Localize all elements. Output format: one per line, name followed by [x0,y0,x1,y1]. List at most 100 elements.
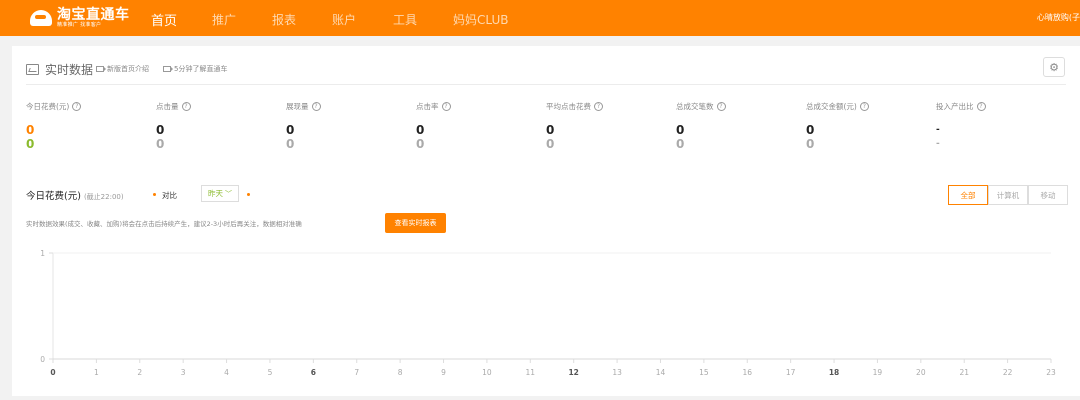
metric-today-value: 0 [156,123,165,137]
metric-label: 展现量? [286,101,416,112]
metric-today-value: 0 [26,123,35,137]
segment-computer[interactable]: 计算机 [988,185,1028,205]
x-tick-label: 23 [1046,368,1056,377]
y-tick-label: 1 [40,249,45,258]
x-tick-label: 1 [94,368,99,377]
x-tick-label: 19 [873,368,883,377]
help-icon[interactable]: ? [311,102,321,111]
dashboard-panel: 实时数据 新版首页介绍 5分钟了解直通车 ⚙ 今日花费(元)? 0 0 点击量? 0 0 展… [12,46,1080,396]
x-tick-label: 14 [656,368,666,377]
metric-yesterday-value: 0 [676,137,685,151]
nav-account[interactable]: 账户 [332,11,356,28]
help-icon[interactable]: ? [594,102,603,111]
x-tick-label: 6 [311,368,316,377]
metric-card: 总成交笔数? 0 0 [676,101,806,151]
help-icon[interactable]: ? [976,102,986,111]
metric-card: 点击率? 0 0 [416,101,546,151]
x-tick-label: 7 [354,368,359,377]
metric-yesterday-value: 0 [286,137,295,151]
segment-mobile[interactable]: 移动 [1028,185,1068,205]
metric-label: 平均点击花费? [546,101,676,112]
help-icon[interactable]: ? [72,102,82,111]
help-icon[interactable]: ? [181,102,191,111]
metric-today-value: 0 [546,123,555,137]
nav-home[interactable]: 首页 [151,10,177,29]
settings-button[interactable]: ⚙ [1043,57,1065,77]
metric-label: 点击量? [156,101,286,112]
intro-video-link[interactable]: 5分钟了解直通车 [163,64,227,74]
x-tick-label: 4 [224,368,229,377]
realtime-title: 实时数据 [26,61,93,78]
metric-yesterday-value: 0 [416,137,425,151]
segment-all[interactable]: 全部 [948,185,988,205]
help-icon[interactable]: ? [441,102,451,111]
metric-label: 总成交金额(元)? [806,101,936,112]
metric-card: 投入产出比? - - [936,101,1066,151]
x-tick-label: 5 [268,368,273,377]
metric-today-value: 0 [806,123,815,137]
view-realtime-report-button[interactable]: 查看实时报表 [385,213,446,233]
chart-title: 今日花费(元) (截止22:00) [26,191,124,202]
x-tick-label: 2 [137,368,142,377]
metric-label: 总成交笔数? [676,101,806,112]
x-tick-label: 12 [568,368,578,377]
metric-yesterday-value: 0 [26,137,35,151]
dot-separator [153,193,156,196]
video-icon [163,66,173,72]
x-tick-label: 17 [786,368,796,377]
help-icon[interactable]: ? [716,102,726,111]
logo-title: 淘宝直通车 [57,7,130,23]
metric-today-value: 0 [416,123,425,137]
x-tick-label: 21 [959,368,969,377]
realtime-hint: 实时数据效果(成交、收藏、加购)将会在点击后持续产生，建议2-3小时后再关注，数… [26,220,302,228]
x-tick-label: 3 [181,368,186,377]
x-tick-label: 18 [829,368,839,377]
x-tick-label: 11 [526,368,536,377]
x-tick-label: 15 [699,368,709,377]
spend-chart: 010 1 2 3 4 5 6 7 8 9 10 11 12 13 14 15 16 17 18 19 20 21 22 23 [40,249,1056,377]
nav-promotion[interactable]: 推广 [212,11,236,28]
x-tick-label: 9 [441,368,446,377]
metric-card: 今日花费(元)? 0 0 [26,101,156,151]
logo-slogan: 精准推广 找准客户 [57,22,102,28]
x-tick-label: 16 [742,368,752,377]
y-tick-label: 0 [40,355,45,364]
nav-reports[interactable]: 报表 [272,11,296,28]
metric-yesterday-value: 0 [156,137,165,151]
metric-today-value: 0 [286,123,295,137]
x-tick-label: 8 [398,368,403,377]
metric-label: 今日花费(元)? [26,101,156,112]
monitor-chart-icon [26,64,39,75]
compare-label: 对比 [162,191,177,200]
compare-dropdown[interactable]: 昨天 ﹀ [201,185,239,202]
nav-tools[interactable]: 工具 [393,11,417,28]
x-tick-label: 13 [612,368,622,377]
x-tick-label: 10 [482,368,492,377]
video-icon [96,66,106,72]
metric-card: 总成交金额(元)? 0 0 [806,101,936,151]
x-tick-label: 22 [1003,368,1013,377]
metric-label: 点击率? [416,101,546,112]
car-logo-icon [30,10,52,26]
metric-yesterday-value: 0 [546,137,555,151]
metric-card: 展现量? 0 0 [286,101,416,151]
metric-label: 投入产出比? [936,101,1066,112]
metric-card: 点击量? 0 0 [156,101,286,151]
user-name[interactable]: 心晴放购(子 [1037,12,1080,23]
metric-yesterday-value: 0 [806,137,815,151]
metric-yesterday-value: - [936,139,940,149]
logo[interactable]: 淘宝直通车 精准推广 找准客户 [30,7,130,29]
metric-today-value: 0 [676,123,685,137]
help-icon[interactable]: ? [859,102,869,111]
x-tick-label: 20 [916,368,926,377]
new-home-intro-link[interactable]: 新版首页介绍 [96,64,149,74]
x-tick-label: 0 [50,368,55,377]
divider [26,84,1066,85]
nav-mama-club[interactable]: 妈妈CLUB [453,11,508,28]
metric-card: 平均点击花费? 0 0 [546,101,676,151]
top-nav-bar: 淘宝直通车 精准推广 找准客户 首页 推广 报表 账户 工具 妈妈CLUB 心晴… [0,0,1080,36]
metric-today-value: - [936,125,940,135]
gear-icon: ⚙ [1049,60,1059,74]
dot-separator [247,193,250,196]
chevron-down-icon: ﹀ [225,189,232,198]
